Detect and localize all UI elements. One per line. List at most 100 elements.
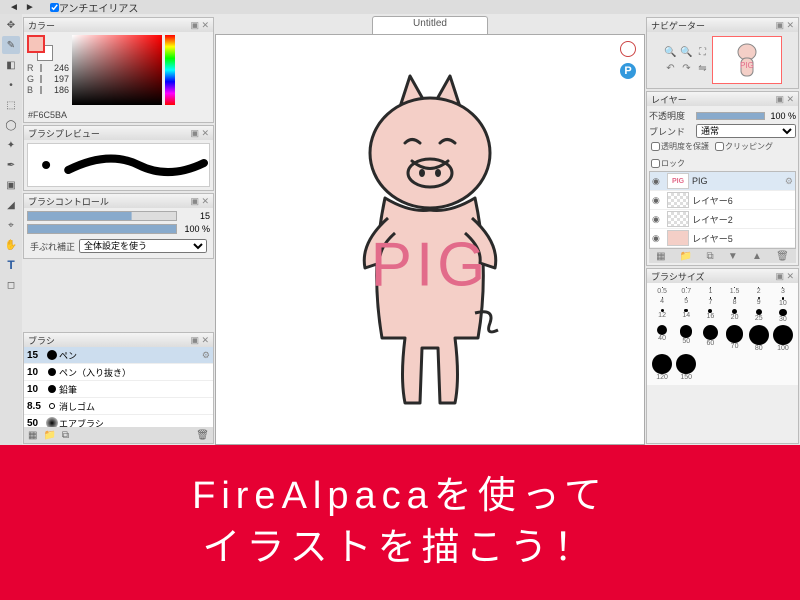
eraser-tool-icon[interactable]: ◧ — [2, 56, 20, 74]
shape-tool-icon[interactable]: ◻ — [2, 276, 20, 294]
brush-size-cell[interactable]: 60 — [699, 325, 721, 352]
zoom-out-icon[interactable]: 🔍 — [680, 45, 694, 59]
dot-tool-icon[interactable]: • — [2, 76, 20, 94]
blend-mode-select[interactable]: 通常 — [696, 124, 796, 138]
brush-size-grid[interactable]: 0.50.711.5234578910121416202530405060708… — [647, 283, 798, 385]
brush-size-cell[interactable]: 70 — [723, 325, 745, 352]
brush-row[interactable]: 10鉛筆 — [24, 381, 213, 398]
visibility-icon[interactable]: ◉ — [652, 233, 664, 244]
brush-size-cell[interactable]: 0.7 — [675, 287, 697, 295]
visibility-icon[interactable]: ◉ — [652, 195, 664, 206]
brush-size-cell[interactable]: 5 — [675, 297, 697, 307]
user-avatar-icon[interactable] — [620, 41, 636, 57]
antialias-checkbox[interactable] — [50, 3, 59, 12]
brush-size-cell[interactable]: 150 — [675, 354, 697, 381]
new-folder-icon[interactable]: 📁 — [680, 251, 692, 262]
protect-alpha-checkbox[interactable] — [651, 142, 660, 151]
clipping-checkbox[interactable] — [715, 142, 724, 151]
brush-size-cell[interactable]: 100 — [772, 325, 794, 352]
duplicate-layer-icon[interactable]: ⧉ — [706, 251, 713, 262]
navigator-thumbnail[interactable]: PIG — [712, 36, 782, 84]
paint-badge-icon[interactable]: P — [620, 63, 636, 79]
brush-size-cell[interactable]: 14 — [675, 309, 697, 324]
brush-size-cell[interactable]: 1 — [699, 287, 721, 295]
move-tool-icon[interactable]: ✥ — [2, 16, 20, 34]
wand-tool-icon[interactable]: ✦ — [2, 136, 20, 154]
panel-controls[interactable]: ▣ ✕ — [775, 94, 794, 105]
hue-slider[interactable] — [165, 35, 175, 105]
visibility-icon[interactable]: ◉ — [652, 214, 664, 225]
visibility-icon[interactable]: ◉ — [652, 176, 664, 187]
new-layer-icon[interactable]: ▦ — [656, 251, 665, 262]
fit-icon[interactable]: ⛶ — [696, 45, 710, 59]
brush-size-cell[interactable]: 120 — [651, 354, 673, 381]
brush-tool-icon[interactable]: ✎ — [2, 36, 20, 54]
brush-row[interactable]: 10ペン（入り抜き） — [24, 364, 213, 381]
brush-size-cell[interactable]: 3 — [772, 287, 794, 295]
brush-size-cell[interactable]: 12 — [651, 309, 673, 324]
panel-controls[interactable]: ▣ ✕ — [190, 128, 209, 139]
brush-size-cell[interactable]: 80 — [748, 325, 770, 352]
brush-size-cell[interactable]: 0.5 — [651, 287, 673, 295]
brush-size-cell[interactable]: 2 — [748, 287, 770, 295]
hex-value[interactable]: #F6C5BA — [24, 108, 213, 122]
brush-size-slider[interactable] — [27, 211, 177, 221]
brush-size-cell[interactable]: 4 — [651, 297, 673, 307]
brush-row[interactable]: 8.5消しゴム — [24, 398, 213, 415]
gear-icon[interactable]: ⚙ — [785, 176, 793, 187]
bucket-tool-icon[interactable]: ▣ — [2, 176, 20, 194]
brush-size-cell[interactable]: 7 — [699, 297, 721, 307]
lasso-tool-icon[interactable]: ◯ — [2, 116, 20, 134]
layer-row[interactable]: ◉レイヤー6 — [650, 191, 795, 210]
brush-row[interactable]: 15ペン⚙ — [24, 347, 213, 364]
history-back-icon[interactable]: ◄ — [9, 2, 19, 13]
panel-controls[interactable]: ▣ ✕ — [775, 271, 794, 282]
add-brush-icon[interactable]: ▦ — [28, 430, 37, 441]
select-tool-icon[interactable]: ⬚ — [2, 96, 20, 114]
layer-row[interactable]: ◉レイヤー2 — [650, 210, 795, 229]
brush-opacity-slider[interactable] — [27, 224, 177, 234]
brush-list[interactable]: 15ペン⚙ 10ペン（入り抜き） 10鉛筆 8.5消しゴム 50エアブラシ — [24, 347, 213, 427]
panel-controls[interactable]: ▣ ✕ — [190, 196, 209, 207]
b-slider[interactable] — [40, 86, 42, 94]
flip-icon[interactable]: ⇋ — [696, 61, 710, 75]
text-tool-icon[interactable]: T — [2, 256, 20, 274]
gradient-tool-icon[interactable]: ◢ — [2, 196, 20, 214]
canvas[interactable]: P — [215, 34, 645, 445]
layer-row[interactable]: ◉PIGPIG⚙ — [650, 172, 795, 191]
layer-opacity-slider[interactable] — [696, 112, 765, 120]
g-slider[interactable] — [40, 75, 42, 83]
panel-controls[interactable]: ▣ ✕ — [775, 20, 794, 31]
panel-controls[interactable]: ▣ ✕ — [190, 20, 209, 31]
document-tab[interactable]: Untitled — [372, 16, 488, 34]
color-field[interactable] — [72, 35, 162, 105]
brush-size-cell[interactable]: 8 — [723, 297, 745, 307]
duplicate-icon[interactable]: ⧉ — [62, 430, 69, 441]
panel-controls[interactable]: ▣ ✕ — [190, 335, 209, 346]
lock-checkbox[interactable] — [651, 159, 660, 168]
pen-tool-icon[interactable]: ✒ — [2, 156, 20, 174]
move-up-icon[interactable]: ▲ — [752, 251, 762, 262]
brush-size-cell[interactable]: 40 — [651, 325, 673, 352]
hand-correction-select[interactable]: 全体設定を使う — [79, 239, 207, 253]
merge-icon[interactable]: ▼ — [728, 251, 738, 262]
brush-size-cell[interactable]: 20 — [723, 309, 745, 324]
brush-size-cell[interactable]: 50 — [675, 325, 697, 352]
brush-size-cell[interactable]: 16 — [699, 309, 721, 324]
delete-layer-icon[interactable]: 🗑 — [776, 251, 789, 262]
brush-size-cell[interactable]: 10 — [772, 297, 794, 307]
rotate-right-icon[interactable]: ↷ — [680, 61, 694, 75]
gear-icon[interactable]: ⚙ — [202, 350, 210, 361]
brush-size-cell[interactable]: 30 — [772, 309, 794, 324]
eyedropper-tool-icon[interactable]: ⌖ — [2, 216, 20, 234]
brush-size-cell[interactable]: 9 — [748, 297, 770, 307]
layer-row[interactable]: ◉レイヤー5 — [650, 229, 795, 248]
r-slider[interactable] — [40, 64, 42, 72]
brush-size-cell[interactable]: 1.5 — [723, 287, 745, 295]
zoom-in-icon[interactable]: 🔍 — [664, 45, 678, 59]
brush-row[interactable]: 50エアブラシ — [24, 415, 213, 427]
layer-list[interactable]: ◉PIGPIG⚙ ◉レイヤー6 ◉レイヤー2 ◉レイヤー5 — [649, 171, 796, 249]
fg-bg-swatch[interactable] — [27, 35, 53, 61]
history-fwd-icon[interactable]: ► — [25, 2, 35, 13]
rotate-left-icon[interactable]: ↶ — [664, 61, 678, 75]
